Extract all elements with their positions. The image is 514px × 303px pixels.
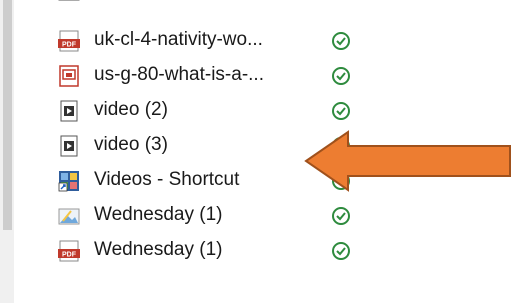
file-name[interactable]: Videos - Shortcut [94, 168, 239, 192]
svg-text:PDF: PDF [62, 252, 77, 259]
video-file-icon [60, 135, 78, 157]
annotation-arrow [304, 130, 511, 192]
synced-check-icon [332, 67, 350, 85]
image-file-icon [58, 208, 80, 225]
presentation-file-icon [59, 65, 79, 87]
file-name[interactable]: video (2) [94, 98, 168, 122]
file-name[interactable]: us-g-80-what-is-a-... [94, 63, 264, 87]
pdf-icon: PDF [58, 240, 80, 262]
list-item[interactable]: PDF Wednesday (1) [58, 236, 418, 266]
list-item[interactable]: us-g-80-what-is-a-... [58, 61, 418, 91]
file-name[interactable]: uk-cl-4-nativity-wo... [94, 28, 263, 52]
file-name[interactable]: Wednesday (1) [94, 238, 223, 262]
synced-check-icon [332, 207, 350, 225]
video-file-icon [60, 100, 78, 122]
clipped-row [58, 0, 80, 6]
shortcut-icon [58, 171, 79, 192]
list-item[interactable]: PDF uk-cl-4-nativity-wo... [58, 26, 418, 56]
list-item[interactable]: Wednesday (1) [58, 201, 418, 231]
pdf-icon: PDF [58, 30, 80, 52]
synced-check-icon [332, 32, 350, 50]
svg-text:PDF: PDF [62, 42, 77, 49]
file-name[interactable]: Wednesday (1) [94, 203, 223, 227]
synced-check-icon [332, 102, 350, 120]
list-item[interactable]: video (2) [58, 96, 418, 126]
file-name[interactable]: video (3) [94, 133, 168, 157]
synced-check-icon [332, 242, 350, 260]
clipped-file-icon [58, 0, 80, 1]
